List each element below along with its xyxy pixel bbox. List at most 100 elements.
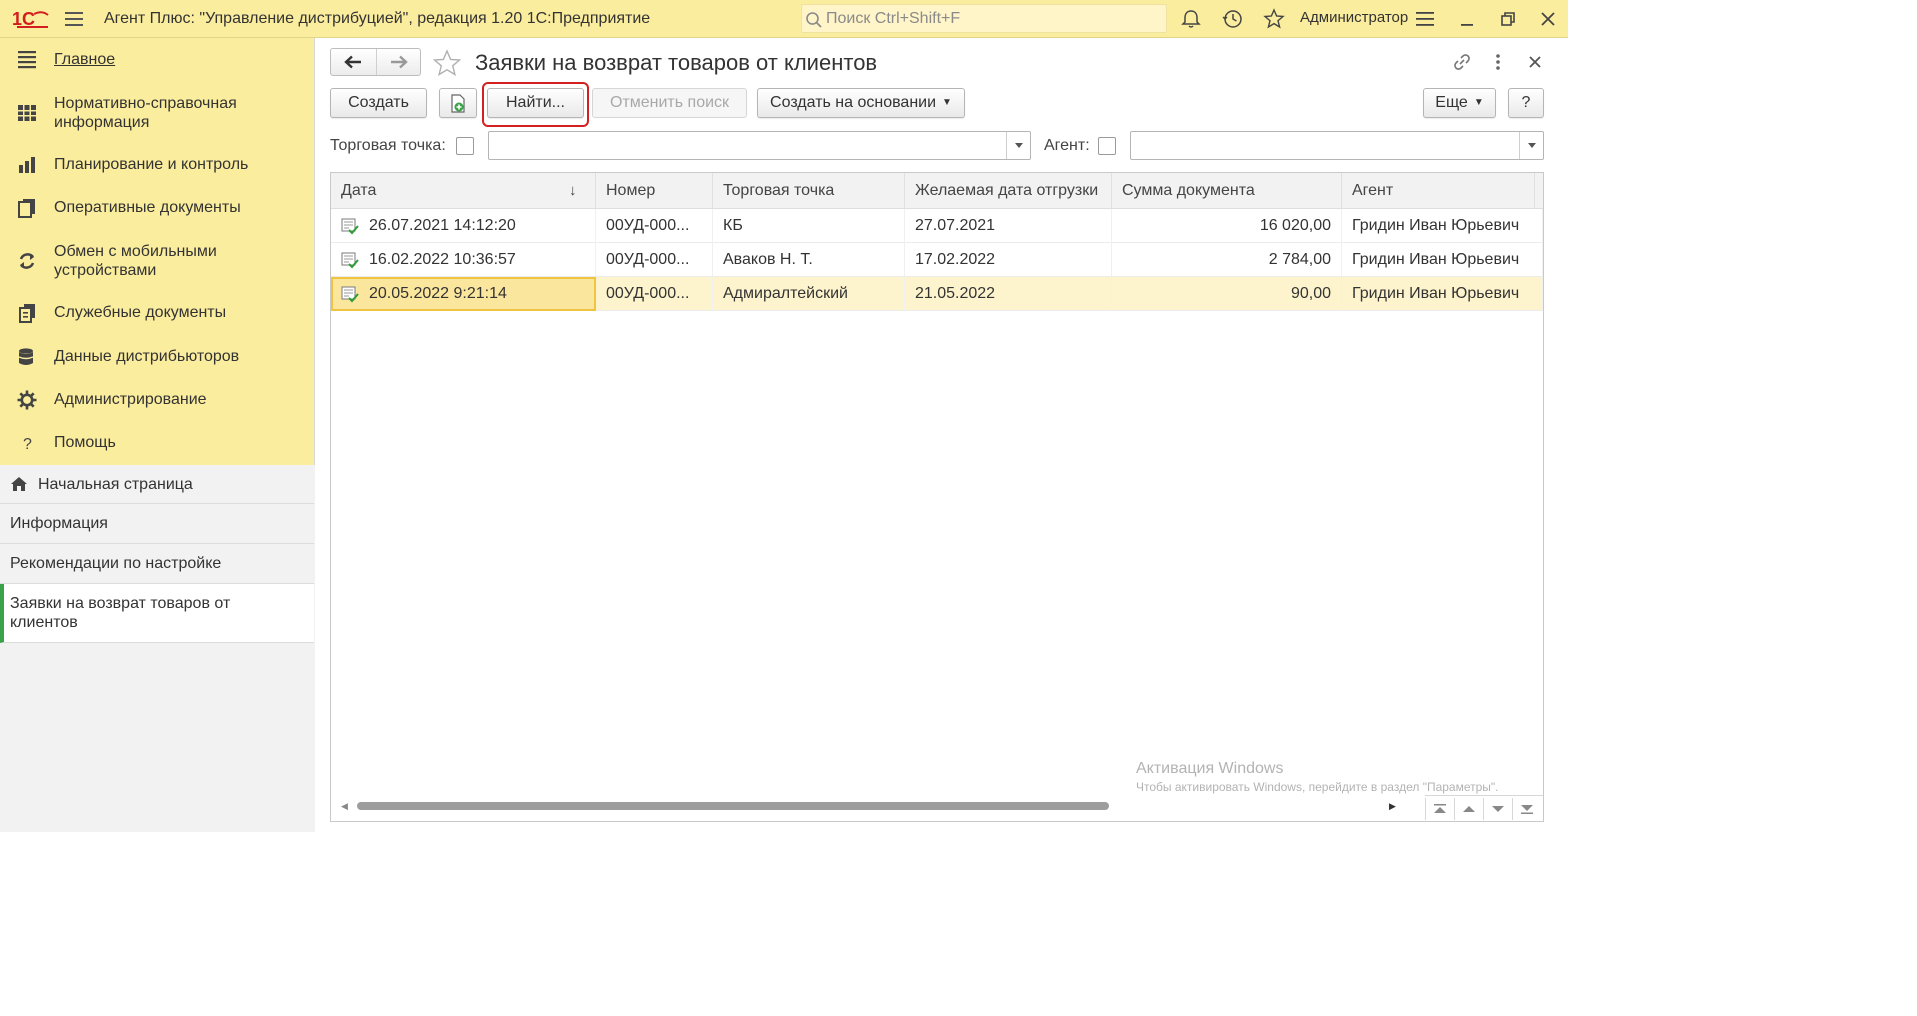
section-label: Нормативно-справочная информация: [54, 95, 237, 131]
outlet-filter-field[interactable]: [488, 131, 1031, 160]
section-administration[interactable]: Администрирование: [0, 388, 315, 412]
documents-table[interactable]: Дата ↓ Номер Торговая точка Желаемая дат…: [330, 172, 1544, 822]
windows-activation-hint: Чтобы активировать Windows, перейдите в …: [1136, 780, 1499, 794]
column-header-agent[interactable]: Агент: [1342, 173, 1535, 209]
table-row[interactable]: 16.02.2022 10:36:57 00УД-000... Аваков Н…: [331, 243, 1543, 277]
scroll-down-button[interactable]: [1483, 798, 1512, 820]
cell-agent: Гридин Иван Юрьевич: [1342, 243, 1543, 277]
cell-number: 00УД-000...: [596, 277, 713, 311]
favorites-star-icon[interactable]: [1263, 8, 1285, 30]
scroll-to-bottom-button[interactable]: [1512, 798, 1541, 820]
form-area: Заявки на возврат товаров от клиентов Со…: [316, 38, 1568, 832]
cell-number: 00УД-000...: [596, 209, 713, 243]
service-docs-icon: [19, 304, 35, 323]
forward-button[interactable]: [376, 49, 421, 75]
posted-document-icon: [341, 286, 359, 303]
column-header-label: Дата: [341, 182, 377, 199]
open-item-home-page[interactable]: Начальная страница: [0, 465, 314, 504]
posted-document-icon: [341, 252, 359, 269]
cell-sum: 2 784,00: [1112, 243, 1342, 277]
cancel-search-button[interactable]: Отменить поиск: [592, 88, 747, 118]
table-row[interactable]: 26.07.2021 14:12:20 00УД-000... КБ 27.07…: [331, 209, 1543, 243]
column-header-sum[interactable]: Сумма документа: [1112, 173, 1342, 209]
cell-date: 26.07.2021 14:12:20: [331, 209, 596, 243]
sort-desc-icon: ↓: [569, 182, 577, 199]
arrow-left-icon: [344, 55, 361, 69]
scroll-left-icon[interactable]: ◀: [341, 801, 348, 812]
help-button[interactable]: ?: [1508, 88, 1544, 118]
bell-icon[interactable]: [1180, 8, 1202, 30]
find-button-highlight: [482, 82, 589, 127]
open-item-setup-recommendations[interactable]: Рекомендации по настройке: [0, 544, 314, 584]
column-header-number[interactable]: Номер: [596, 173, 713, 209]
open-windows-panel: Начальная страница Информация Рекомендац…: [0, 465, 315, 832]
cell-outlet: КБ: [713, 209, 905, 243]
arrow-right-icon: [391, 55, 408, 69]
outlet-filter-label: Торговая точка:: [330, 137, 446, 154]
outlet-dropdown-button[interactable]: [1006, 132, 1030, 159]
cell-date: 16.02.2022 10:36:57: [331, 243, 596, 277]
section-operational-docs[interactable]: Оперативные документы: [0, 196, 315, 220]
section-label: Администрирование: [54, 391, 207, 408]
search-input[interactable]: [826, 8, 1156, 30]
agent-filter-field[interactable]: [1130, 131, 1544, 160]
section-distributor-data[interactable]: Данные дистрибьюторов: [0, 345, 315, 369]
global-search[interactable]: [801, 4, 1167, 33]
section-service-docs[interactable]: Служебные документы: [0, 301, 315, 325]
section-label: Главное: [54, 51, 116, 68]
section-main[interactable]: Главное: [0, 48, 315, 72]
open-item-return-requests[interactable]: Заявки на возврат товаров от клиентов: [0, 584, 314, 643]
scroll-to-top-button[interactable]: [1425, 798, 1454, 820]
section-planning[interactable]: Планирование и контроль: [0, 153, 315, 177]
section-label: Планирование и контроль: [54, 156, 249, 173]
cell-date: 20.05.2022 9:21:14: [331, 277, 596, 311]
section-help[interactable]: ? Помощь: [0, 431, 315, 455]
home-icon: [11, 477, 27, 491]
close-app-icon[interactable]: [1537, 8, 1559, 30]
back-button[interactable]: [331, 49, 376, 75]
history-icon[interactable]: [1222, 8, 1244, 30]
open-item-information[interactable]: Информация: [0, 504, 314, 544]
minimize-icon[interactable]: [1456, 8, 1478, 30]
outlet-filter-checkbox[interactable]: [456, 137, 474, 155]
column-header-outlet[interactable]: Торговая точка: [713, 173, 905, 209]
date-text: 16.02.2022 10:36:57: [369, 251, 516, 268]
section-mobile-exchange[interactable]: Обмен с мобильными устройствами: [0, 240, 315, 282]
scroll-up-button[interactable]: [1454, 798, 1483, 820]
link-icon[interactable]: [1452, 52, 1472, 72]
copy-button[interactable]: [439, 88, 477, 118]
first-icon: [1434, 804, 1446, 813]
column-header-date[interactable]: Дата ↓: [331, 173, 596, 209]
current-user[interactable]: Администратор: [1300, 9, 1408, 26]
scroll-right-icon[interactable]: ▶: [1389, 801, 1396, 812]
table-row-selected[interactable]: 20.05.2022 9:21:14 00УД-000... Адмиралте…: [331, 277, 1543, 311]
more-vertical-icon[interactable]: [1488, 52, 1508, 72]
question-icon: ?: [23, 436, 32, 453]
cell-number: 00УД-000...: [596, 243, 713, 277]
cell-outlet: Аваков Н. Т.: [713, 243, 905, 277]
more-button[interactable]: Еще ▼: [1423, 88, 1496, 118]
create-based-on-button[interactable]: Создать на основании ▼: [757, 88, 965, 118]
date-text: 26.07.2021 14:12:20: [369, 217, 516, 234]
add-to-favorites-icon[interactable]: [432, 49, 462, 77]
back-forward-group: [330, 48, 421, 76]
open-item-label: Информация: [10, 515, 108, 532]
main-menu-icon[interactable]: [64, 9, 84, 29]
close-form-icon[interactable]: [1525, 52, 1545, 72]
bar-chart-icon: [19, 157, 35, 173]
create-button[interactable]: Создать: [330, 88, 427, 118]
column-header-ship-date[interactable]: Желаемая дата отгрузки: [905, 173, 1112, 209]
open-item-label: Рекомендации по настройке: [10, 555, 222, 572]
scrollbar-thumb[interactable]: [357, 802, 1109, 810]
section-label: Оперативные документы: [54, 199, 241, 216]
settings-lines-icon[interactable]: [1414, 8, 1436, 30]
cell-ship-date: 21.05.2022: [905, 277, 1112, 311]
horizontal-scrollbar[interactable]: ◀ ▶: [339, 799, 1403, 813]
agent-dropdown-button[interactable]: [1519, 132, 1543, 159]
restore-window-icon[interactable]: [1497, 8, 1519, 30]
dropdown-caret-icon: ▼: [1473, 97, 1484, 108]
section-label: Помощь: [54, 434, 116, 451]
section-reference-info[interactable]: Нормативно-справочная информация: [0, 92, 315, 134]
agent-filter-checkbox[interactable]: [1098, 137, 1116, 155]
last-icon: [1521, 805, 1533, 814]
